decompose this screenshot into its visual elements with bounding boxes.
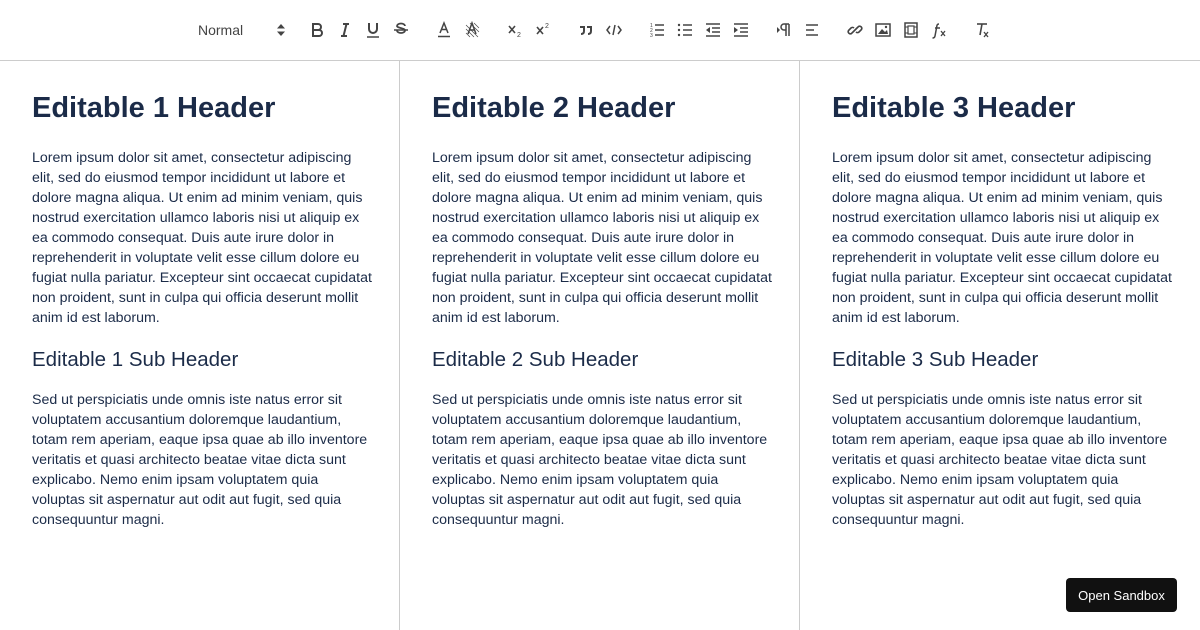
italic-icon (341, 23, 349, 37)
blockquote-icon (580, 26, 592, 35)
column-header[interactable]: Editable 1 Header (32, 91, 367, 125)
column-subheader[interactable]: Editable 2 Sub Header (432, 347, 767, 373)
column-body[interactable]: Lorem ipsum dolor sit amet, consectetur … (832, 148, 1172, 328)
editable-column-1[interactable]: Editable 1 Header Lorem ipsum dolor sit … (0, 61, 400, 630)
format-select-value: Normal (198, 22, 244, 38)
bullet-list-button[interactable] (674, 17, 696, 43)
bold-button[interactable] (306, 17, 328, 43)
clear-format-icon (977, 23, 989, 38)
subscript-button[interactable]: 2 (504, 17, 526, 43)
outdent-icon (706, 23, 720, 37)
link-icon (847, 25, 863, 35)
bullet-list-icon (677, 23, 692, 37)
code-block-icon (606, 24, 622, 36)
editor-columns: Editable 1 Header Lorem ipsum dolor sit … (0, 61, 1200, 630)
editable-column-2[interactable]: Editable 2 Header Lorem ipsum dolor sit … (400, 61, 800, 630)
ordered-list-button[interactable]: 1 2 3 (646, 17, 668, 43)
align-button[interactable] (801, 17, 823, 43)
format-select[interactable]: Normal (190, 17, 294, 43)
subscript-icon: 2 (508, 25, 521, 39)
formula-button[interactable] (928, 17, 950, 43)
open-sandbox-button[interactable]: Open Sandbox (1066, 578, 1177, 612)
superscript-icon: 2 (536, 23, 549, 35)
code-block-button[interactable] (603, 17, 625, 43)
font-color-icon (438, 21, 450, 38)
underline-icon (367, 23, 379, 38)
image-icon (875, 23, 891, 37)
superscript-button[interactable]: 2 (532, 17, 554, 43)
column-header[interactable]: Editable 3 Header (832, 91, 1168, 125)
clear-format-button[interactable] (971, 17, 993, 43)
editor-toolbar: Normal 2 2 1 2 3 (0, 0, 1200, 61)
background-color-button[interactable] (461, 17, 483, 43)
column-header[interactable]: Editable 2 Header (432, 91, 767, 125)
font-color-button[interactable] (433, 17, 455, 43)
align-icon (806, 24, 818, 36)
column-subheader[interactable]: Editable 1 Sub Header (32, 347, 367, 373)
formula-icon (932, 23, 946, 39)
indent-button[interactable] (730, 17, 752, 43)
svg-text:2: 2 (545, 23, 549, 30)
video-button[interactable] (900, 17, 922, 43)
select-arrows-icon (277, 24, 285, 36)
image-button[interactable] (872, 17, 894, 43)
column-subbody[interactable]: Sed ut perspiciatis unde omnis iste natu… (432, 390, 772, 530)
column-body[interactable]: Lorem ipsum dolor sit amet, consectetur … (432, 148, 772, 328)
blockquote-button[interactable] (575, 17, 597, 43)
bold-icon (312, 23, 323, 37)
svg-text:2: 2 (517, 32, 521, 39)
column-subbody[interactable]: Sed ut perspiciatis unde omnis iste natu… (32, 390, 372, 530)
column-subheader[interactable]: Editable 3 Sub Header (832, 347, 1168, 373)
indent-icon (734, 23, 748, 37)
text-direction-icon (777, 23, 790, 36)
outdent-button[interactable] (702, 17, 724, 43)
strike-icon (394, 22, 408, 34)
ordered-list-icon: 1 2 3 (650, 23, 664, 39)
italic-button[interactable] (334, 17, 356, 43)
svg-text:3: 3 (650, 33, 653, 39)
strike-button[interactable] (390, 17, 412, 43)
column-subbody[interactable]: Sed ut perspiciatis unde omnis iste natu… (832, 390, 1172, 530)
link-button[interactable] (844, 17, 866, 43)
underline-button[interactable] (362, 17, 384, 43)
column-body[interactable]: Lorem ipsum dolor sit amet, consectetur … (32, 148, 372, 328)
text-direction-button[interactable] (773, 17, 795, 43)
background-color-icon (465, 21, 480, 38)
editable-column-3[interactable]: Editable 3 Header Lorem ipsum dolor sit … (800, 61, 1200, 630)
video-icon (904, 22, 918, 38)
